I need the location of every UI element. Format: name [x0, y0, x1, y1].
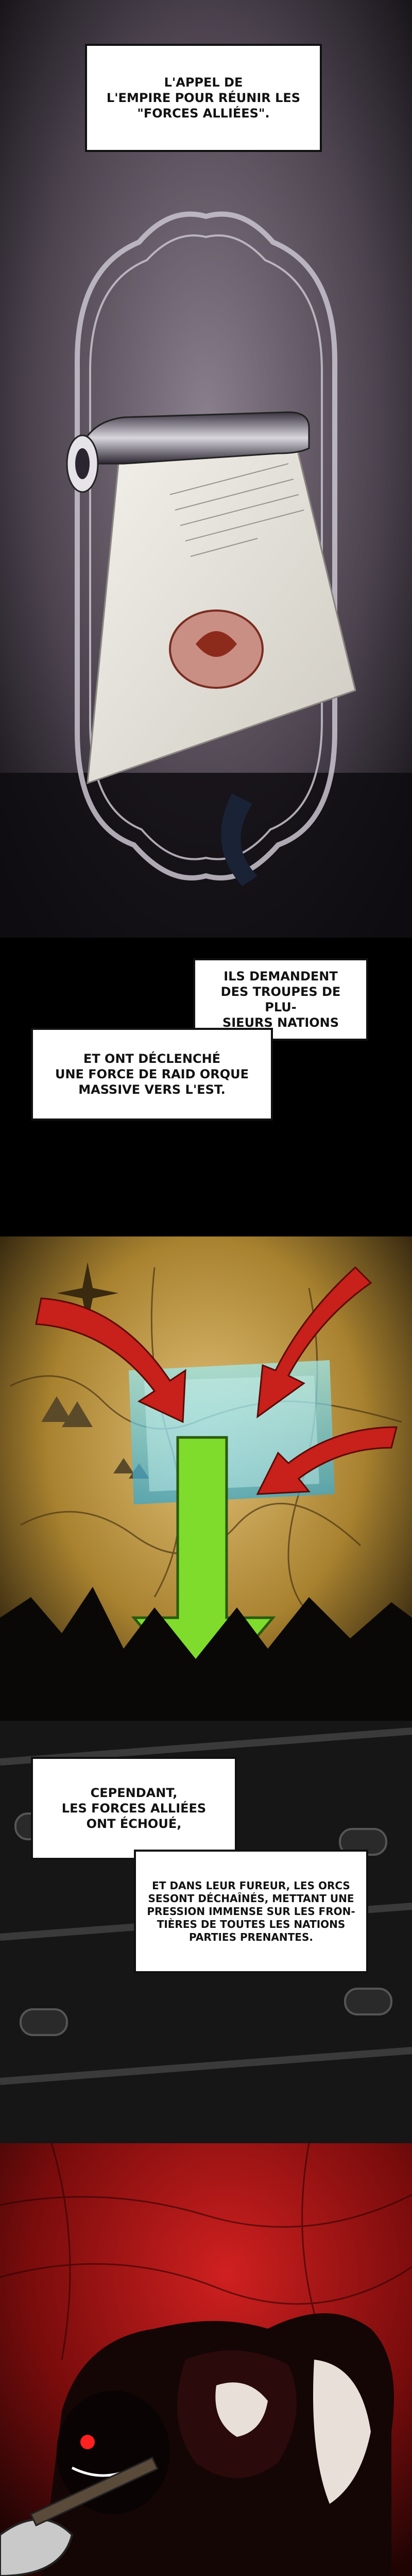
- map-illustration: [0, 1206, 412, 1721]
- scroll-panel: L'APPEL DE L'EMPIRE POUR RÉUNIR LES "FOR…: [0, 0, 412, 938]
- caption-orc-fury: ET DANS LEUR FUREUR, LES ORCS SESONT DÉC…: [134, 1850, 368, 1973]
- caption-gap: ILS DEMANDENT DES TROUPES DE PLU- SIEURS…: [0, 938, 412, 1206]
- map-panel: [0, 1206, 412, 1721]
- caption-imperial-call: L'APPEL DE L'EMPIRE POUR RÉUNIR LES "FOR…: [85, 44, 322, 152]
- caption-raid-force: ET ONT DÉCLENCHÉ UNE FORCE DE RAID ORQUE…: [31, 1028, 273, 1121]
- glowing-eye: [80, 2435, 95, 2449]
- chains-panel: CEPENDANT, LES FORCES ALLIÉES ONT ÉCHOUÉ…: [0, 1721, 412, 2143]
- orc-panel: [0, 2143, 412, 2576]
- orc-illustration: [0, 2143, 412, 2576]
- caption-allies-failed: CEPENDANT, LES FORCES ALLIÉES ONT ÉCHOUÉ…: [31, 1757, 237, 1860]
- comic-strip: L'APPEL DE L'EMPIRE POUR RÉUNIR LES "FOR…: [0, 0, 412, 2576]
